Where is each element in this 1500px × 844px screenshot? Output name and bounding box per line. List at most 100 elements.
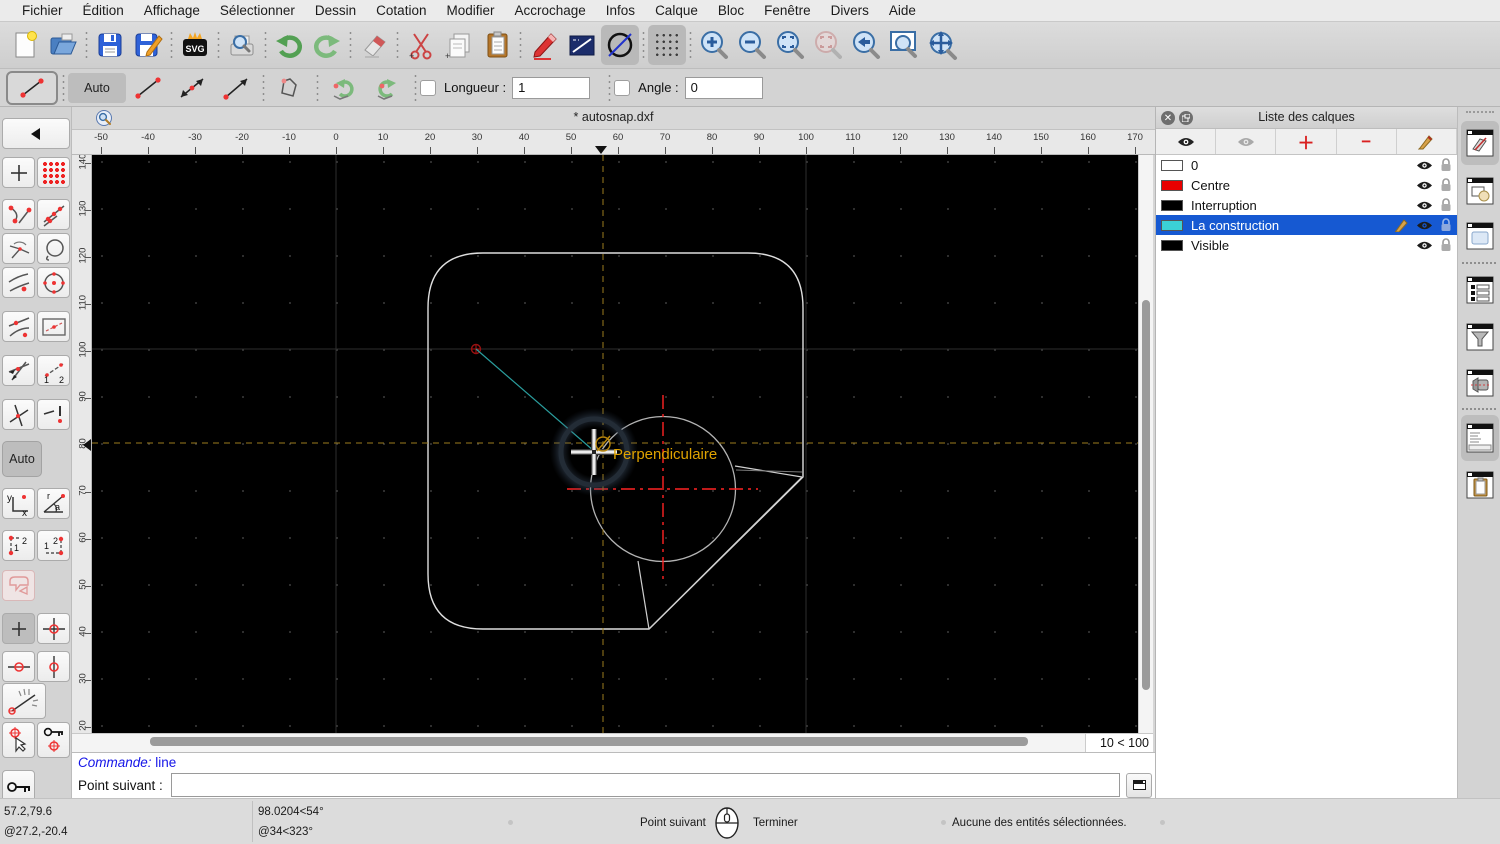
layer-edit-pencil-icon[interactable] [1391,218,1413,232]
menu-item-cotation[interactable]: Cotation [366,0,436,22]
snap-grid-button[interactable] [37,157,70,188]
restrict-disabled-button[interactable] [2,570,35,601]
lock-relative-zero-button[interactable] [37,722,70,758]
layer-color-swatch[interactable] [1161,219,1183,231]
layer-row-interruption[interactable]: Interruption [1156,195,1457,215]
snap-center-button[interactable] [2,233,35,264]
zoom-redraw-button[interactable] [847,25,885,65]
layer-visibility-toggle[interactable] [1413,240,1435,251]
snap-intersection-button[interactable] [2,355,35,386]
snap-tangent-button[interactable] [2,311,35,342]
ortho-xy-button[interactable]: 12 [2,530,35,561]
line-two-points-button[interactable] [126,72,170,104]
clipboard-dock-toggle[interactable] [1465,468,1495,502]
open-file-button[interactable] [44,25,82,65]
vertical-scrollbar[interactable] [1138,155,1153,733]
menu-item-bloc[interactable]: Bloc [708,0,754,22]
new-file-button[interactable] [6,25,44,65]
command-dock-toggle[interactable] [1461,415,1499,461]
menu-item-accrochage[interactable]: Accrochage [504,0,595,22]
snap-auto-dropdown[interactable]: Auto [68,72,126,103]
set-relative-zero-button[interactable] [2,722,35,758]
line-both-directions-button[interactable] [170,72,214,104]
restrict-vertical-button[interactable] [37,651,70,682]
layer-row-centre[interactable]: Centre [1156,175,1457,195]
horizontal-scrollbar[interactable]: 10 < 100 [72,733,1153,752]
construction-mode-toggle[interactable] [601,25,639,65]
layer-color-swatch[interactable] [1161,199,1183,211]
snap-auto-button[interactable]: Auto [2,441,42,477]
redo-segment-button[interactable] [366,72,410,104]
show-all-layers-button[interactable] [1156,129,1217,154]
zoom-in-button[interactable] [695,25,733,65]
snap-intersection-manual-button[interactable]: 12 [37,355,70,386]
zoom-pan-button[interactable] [923,25,961,65]
delete-button[interactable] [355,25,393,65]
coordinate-cartesian-button[interactable]: yx [2,488,35,519]
menu-item-edition[interactable]: Édition [73,0,134,22]
edit-layer-button[interactable] [1397,129,1458,154]
ortho-yx-button[interactable]: 12 [37,530,70,561]
horizontal-scroll-thumb[interactable] [150,737,1028,746]
layer-lock-toggle[interactable] [1435,218,1457,232]
zoom-previous-button[interactable] [809,25,847,65]
hide-all-layers-button[interactable] [1216,129,1277,154]
close-polyline-button[interactable] [268,72,312,104]
undo-button[interactable] [270,25,308,65]
save-button[interactable] [91,25,129,65]
menu-item-infos[interactable]: Infos [596,0,645,22]
command-input[interactable] [170,773,1120,797]
zoom-window-button[interactable] [885,25,923,65]
snap-endpoints-button[interactable] [2,199,35,230]
menu-item-aide[interactable]: Aide [879,0,926,22]
vertical-scroll-thumb[interactable] [1142,300,1150,690]
zoom-out-button[interactable] [733,25,771,65]
snap-angle-button[interactable] [2,683,46,719]
snap-exclusive-button[interactable] [37,399,70,430]
menu-item-dessin[interactable]: Dessin [305,0,366,22]
filter-toggle[interactable] [1465,320,1495,354]
zoom-auto-button[interactable] [771,25,809,65]
layer-lock-toggle[interactable] [1435,238,1457,252]
layer-lock-toggle[interactable] [1435,158,1457,172]
edit-attributes-button[interactable] [525,25,563,65]
restrict-off-button[interactable] [2,613,35,644]
snap-middle-button[interactable] [2,267,35,298]
add-layer-button[interactable]: ＋ [1276,129,1337,154]
library-browser-toggle[interactable] [1465,219,1495,253]
entity-list-toggle[interactable] [1465,273,1495,307]
layer-visibility-toggle[interactable] [1413,160,1435,171]
layer-color-swatch[interactable] [1161,179,1183,191]
longueur-checkbox[interactable] [420,79,436,96]
menu-item-divers[interactable]: Divers [821,0,879,22]
layer-color-swatch[interactable] [1161,239,1183,251]
command-dock-toggle-button[interactable] [1126,772,1152,798]
snap-on-entity-button[interactable] [37,199,70,230]
layer-list-toggle[interactable] [1461,121,1499,165]
coordinate-polar-button[interactable]: ra [37,488,70,519]
menu-item-affichage[interactable]: Affichage [134,0,210,22]
menu-item-modifier[interactable]: Modifier [436,0,504,22]
longueur-input[interactable] [512,76,591,99]
drawing-canvas[interactable]: Perpendiculaire [92,155,1138,733]
undo-segment-button[interactable] [322,72,366,104]
menu-item-fenetre[interactable]: Fenêtre [754,0,821,22]
redo-button[interactable] [308,25,346,65]
snap-quadrant-button[interactable] [37,267,70,298]
paste-button[interactable] [478,25,516,65]
layer-color-swatch[interactable] [1161,159,1183,171]
angle-checkbox[interactable] [614,79,631,96]
layer-row-la-construction[interactable]: La construction [1156,215,1457,235]
restrict-orthogonal-button[interactable] [37,613,70,644]
grid-toggle[interactable] [648,25,686,65]
line-attributes-button[interactable] [563,25,601,65]
snap-entity-center-button[interactable] [37,233,70,264]
layer-visibility-toggle[interactable] [1413,220,1435,231]
angle-input[interactable] [684,76,763,99]
save-as-button[interactable] [129,25,167,65]
menu-item-selectionner[interactable]: Sélectionner [210,0,305,22]
layer-row-visible[interactable]: Visible [1156,235,1457,255]
layer-visibility-toggle[interactable] [1413,180,1435,191]
print-preview-button[interactable] [223,25,261,65]
menu-item-fichier[interactable]: Fichier [12,0,73,22]
